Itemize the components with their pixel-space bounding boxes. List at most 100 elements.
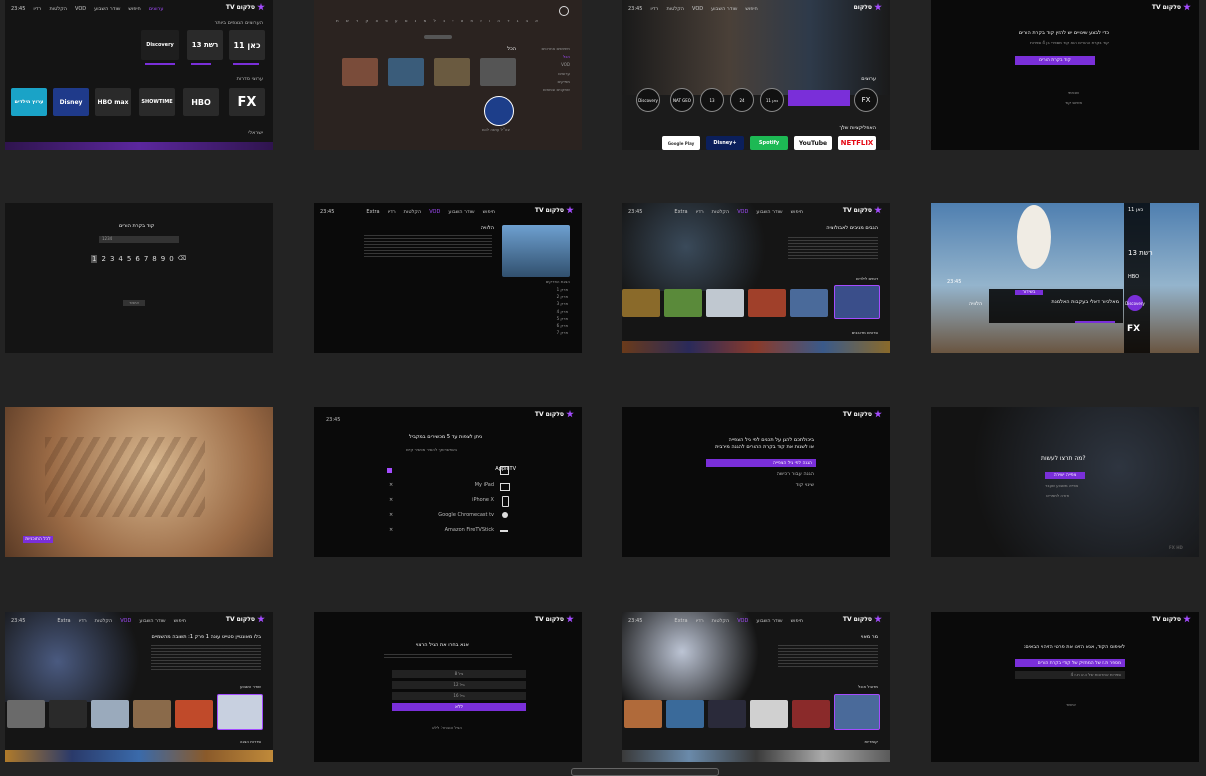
nav-week[interactable]: שודר השבוע — [94, 6, 120, 12]
digit-key[interactable]: 5 — [127, 255, 131, 263]
nav-recordings[interactable]: הקלטות — [712, 209, 730, 215]
age-option[interactable]: ללא — [392, 703, 526, 711]
nav-search[interactable]: חיפוש — [174, 618, 186, 624]
movie-thumb[interactable] — [664, 289, 702, 317]
movie-thumb[interactable] — [834, 694, 880, 730]
nav-recordings[interactable]: הקלטות — [666, 6, 684, 12]
menu-item[interactable]: ערוצים — [541, 71, 570, 76]
nav-vod[interactable]: VOD — [737, 209, 748, 215]
app-tile[interactable]: NETFLIX — [838, 136, 876, 150]
nav-vod[interactable]: VOD — [737, 618, 748, 624]
option-age[interactable]: הגנה לפי גיל הצפייה — [706, 459, 816, 467]
menu-item[interactable]: שחקנים ובמאים — [541, 87, 570, 92]
app-tile[interactable]: YouTube — [794, 136, 832, 150]
digit-key[interactable]: 2 — [101, 255, 105, 263]
nav-recordings[interactable]: הקלטות — [49, 6, 67, 12]
channel-logo[interactable]: HBO — [1128, 274, 1139, 281]
nav-recordings[interactable]: הקלטות — [95, 618, 113, 624]
channel-tile[interactable]: Discovery — [141, 30, 179, 60]
keyboard-controls[interactable] — [424, 35, 452, 39]
nav-channels[interactable]: ערוצים — [149, 6, 164, 12]
digit-key[interactable]: 4 — [118, 255, 122, 263]
episode-item[interactable]: פרק 3 — [557, 301, 568, 306]
result-thumb[interactable] — [342, 58, 378, 86]
movie-thumb[interactable] — [792, 700, 830, 728]
channel-logo[interactable]: Discovery — [1125, 295, 1145, 311]
channel-tile[interactable]: HBO max — [95, 88, 131, 116]
option-live[interactable]: צפייה ישירה — [1045, 472, 1085, 479]
nav-radio[interactable]: רדיו — [388, 209, 396, 215]
nav-week[interactable]: שודר השבוע — [756, 618, 782, 624]
backspace-icon[interactable]: ⌫ — [178, 255, 186, 263]
age-option[interactable]: גיל 12 — [392, 681, 526, 689]
program-card[interactable] — [989, 289, 1123, 323]
parental-code-button[interactable]: קוד בקרת הורים — [1015, 56, 1095, 65]
channel-circle[interactable]: Discovery — [636, 88, 660, 112]
age-option[interactable]: גיל 8 — [392, 670, 526, 678]
digit-key[interactable]: 7 — [144, 255, 148, 263]
nav-vod[interactable]: VOD — [75, 6, 86, 12]
digit-key[interactable]: 9 — [161, 255, 165, 263]
keyboard-row[interactable]: א ב ג ד ה ו ז ח ט י כ ל מ נ ס ע פ צ ק ר … — [336, 18, 556, 23]
result-thumb[interactable] — [434, 58, 470, 86]
channel-tile[interactable]: SHOWTIME — [139, 88, 175, 116]
channel-tile[interactable]: ערוץ הילדים — [11, 88, 47, 116]
result-thumb[interactable] — [388, 58, 424, 86]
show-thumb[interactable] — [7, 700, 45, 728]
remove-icon[interactable]: × — [389, 497, 393, 504]
episode-item[interactable]: פרק 7 — [557, 330, 568, 335]
digit-key[interactable]: 1 — [91, 255, 98, 263]
digit-key[interactable]: 8 — [152, 255, 156, 263]
channel-tile[interactable]: 13 רשת — [187, 30, 223, 60]
movie-thumb[interactable] — [750, 700, 788, 728]
channel-logo[interactable]: 13 רשת — [1128, 249, 1153, 258]
nav-vod[interactable]: VOD — [120, 618, 131, 624]
movie-thumb[interactable] — [706, 289, 744, 317]
movie-thumb[interactable] — [624, 700, 662, 728]
episode-item[interactable]: פרק 1 — [557, 287, 568, 292]
menu-item[interactable]: מפיקים — [541, 79, 571, 84]
nav-radio[interactable]: רדיו — [650, 6, 658, 12]
nav-extra[interactable]: Extra — [674, 209, 687, 215]
movie-thumb[interactable] — [666, 700, 704, 728]
search-icon[interactable] — [559, 6, 569, 16]
age-option[interactable]: גיל 16 — [392, 692, 526, 700]
id-field[interactable]: מספר ת.ז של המחזיק של קודי בקרת הורים — [1015, 659, 1125, 667]
channel-circle[interactable]: FX — [854, 88, 878, 112]
all-programs-button[interactable]: לכל התוכניות — [23, 536, 53, 543]
app-tile[interactable]: Disney+ — [706, 136, 744, 150]
menu-item[interactable]: VOD — [541, 62, 570, 67]
now-playing-card[interactable] — [788, 90, 850, 106]
movie-thumb[interactable] — [834, 285, 880, 319]
option-change-code[interactable]: שינוי קוד — [796, 482, 814, 489]
nav-radio[interactable]: רדיו — [696, 618, 704, 624]
movie-thumb[interactable] — [748, 289, 786, 317]
show-thumb[interactable] — [91, 700, 129, 728]
side-program[interactable]: הלוויה — [969, 301, 982, 308]
episode-item[interactable]: פרק 2 — [557, 294, 568, 299]
result-thumb[interactable] — [480, 58, 516, 86]
movie-thumb[interactable] — [708, 700, 746, 728]
remove-icon[interactable]: × — [389, 512, 393, 519]
nav-search[interactable]: חיפוש — [791, 618, 803, 624]
nav-radio[interactable]: רדיו — [79, 618, 87, 624]
digit-key[interactable]: 3 — [110, 255, 114, 263]
nav-extra[interactable]: Extra — [366, 209, 379, 215]
movie-thumb[interactable] — [790, 289, 828, 317]
remove-icon[interactable]: × — [389, 482, 393, 489]
channel-tile[interactable]: HBO — [183, 88, 219, 116]
remove-icon[interactable] — [387, 468, 392, 473]
nav-recordings[interactable]: הקלטות — [712, 618, 730, 624]
nav-week[interactable]: שודר השבוע — [139, 618, 165, 624]
code-field[interactable]: 1234 — [99, 236, 179, 243]
nav-search[interactable]: חיפוש — [128, 6, 140, 12]
nav-week[interactable]: שודר השבוע — [756, 209, 782, 215]
remove-icon[interactable]: × — [389, 527, 393, 534]
app-tile[interactable]: Spotify — [750, 136, 788, 150]
channel-tile[interactable]: FX — [229, 88, 265, 116]
nav-radio[interactable]: רדיו — [33, 6, 41, 12]
channel-logo[interactable]: FX — [1127, 324, 1140, 336]
nav-vod[interactable]: VOD — [429, 209, 440, 215]
horizontal-scrollbar[interactable] — [571, 768, 719, 776]
nav-radio[interactable]: רדיו — [696, 209, 704, 215]
